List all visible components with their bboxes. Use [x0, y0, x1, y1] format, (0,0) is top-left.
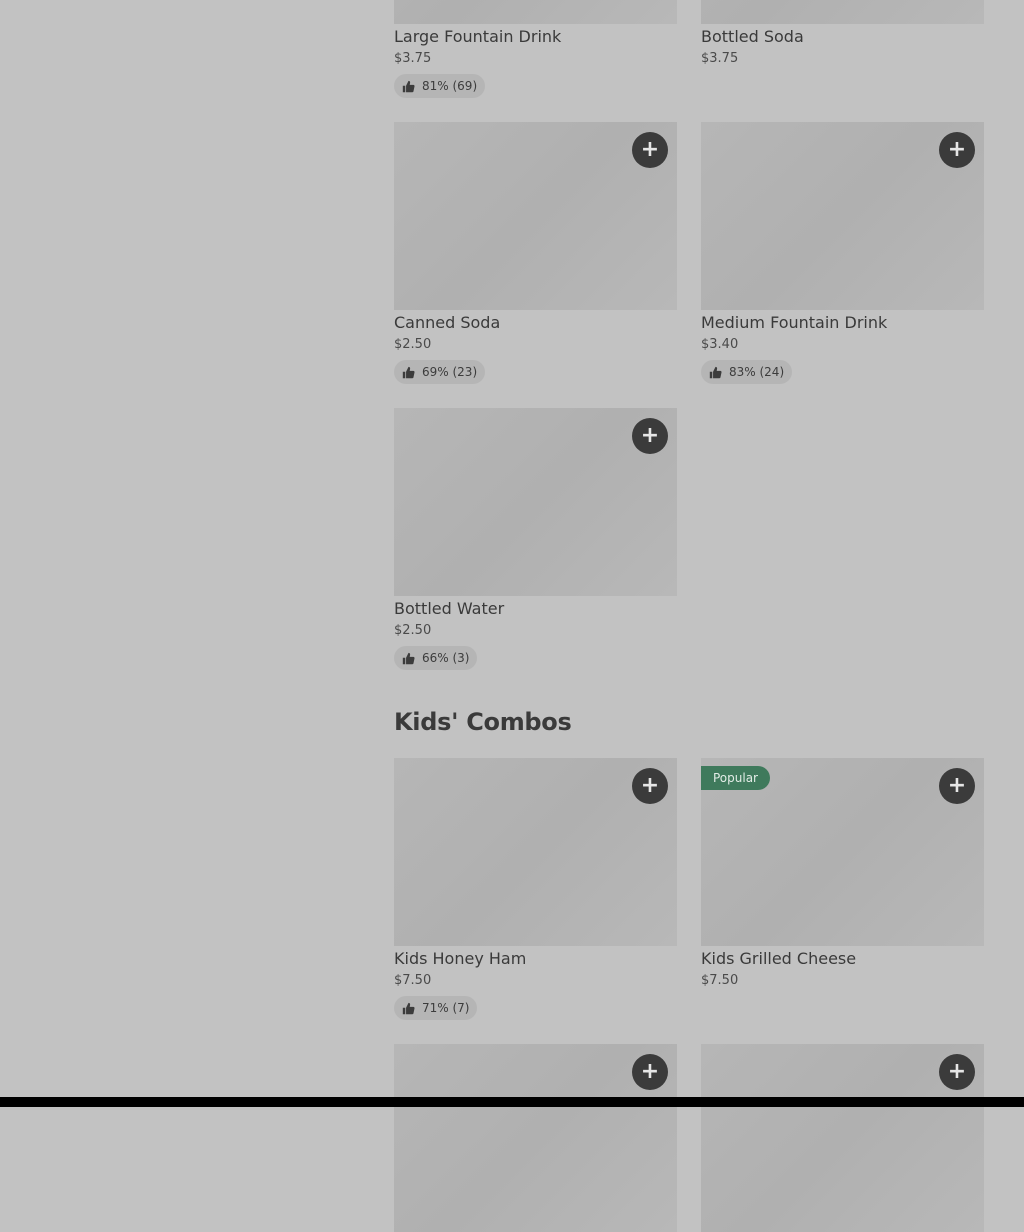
- plus-icon: +: [640, 773, 660, 798]
- rating-badge: 71% (7): [394, 996, 478, 1020]
- thumbs-up-icon: [402, 652, 415, 664]
- add-item-button[interactable]: +: [632, 1054, 668, 1090]
- item-price: $2.50: [394, 337, 432, 352]
- item-price: $3.75: [394, 51, 432, 66]
- item-price: $3.40: [701, 337, 739, 352]
- add-item-button[interactable]: +: [939, 768, 975, 804]
- rating-badge: 69% (23): [394, 360, 486, 384]
- thumbs-up-icon: [709, 366, 722, 378]
- add-item-button[interactable]: +: [939, 132, 975, 168]
- rating-badge: 81% (69): [394, 74, 486, 98]
- plus-icon: +: [640, 137, 660, 162]
- thumbs-up-icon: [402, 1002, 415, 1014]
- thumbs-up-icon: [402, 366, 415, 378]
- plus-icon: +: [947, 137, 967, 162]
- add-item-button[interactable]: +: [632, 768, 668, 804]
- thumbs-up-icon: [402, 80, 415, 92]
- item-name: Large Fountain Drink: [394, 27, 562, 46]
- item-image[interactable]: [394, 0, 677, 24]
- add-item-button[interactable]: +: [632, 418, 668, 454]
- item-name: Bottled Soda: [701, 27, 804, 46]
- plus-icon: +: [640, 423, 660, 448]
- item-price: $3.75: [701, 51, 739, 66]
- item-name: Kids Honey Ham: [394, 949, 527, 968]
- item-name: Bottled Water: [394, 599, 505, 618]
- rating-text: 66% (3): [422, 651, 470, 665]
- rating-text: 71% (7): [422, 1001, 470, 1015]
- item-image[interactable]: [701, 0, 984, 24]
- item-price: $2.50: [394, 623, 432, 638]
- item-price: $7.50: [394, 973, 432, 988]
- rating-badge: 83% (24): [701, 360, 793, 384]
- rating-text: 83% (24): [729, 365, 785, 379]
- rating-text: 69% (23): [422, 365, 478, 379]
- item-name: Kids Grilled Cheese: [701, 949, 857, 968]
- popular-badge: Popular: [701, 766, 770, 790]
- plus-icon: +: [947, 773, 967, 798]
- section-title-kids-combos: Kids' Combos: [394, 708, 572, 736]
- item-price: $7.50: [701, 973, 739, 988]
- rating-text: 81% (69): [422, 79, 478, 93]
- plus-icon: +: [947, 1059, 967, 1084]
- rating-badge: 66% (3): [394, 646, 478, 670]
- item-name: Canned Soda: [394, 313, 501, 332]
- add-item-button[interactable]: +: [632, 132, 668, 168]
- bottom-bar: [0, 1097, 1024, 1107]
- item-name: Medium Fountain Drink: [701, 313, 888, 332]
- plus-icon: +: [640, 1059, 660, 1084]
- add-item-button[interactable]: +: [939, 1054, 975, 1090]
